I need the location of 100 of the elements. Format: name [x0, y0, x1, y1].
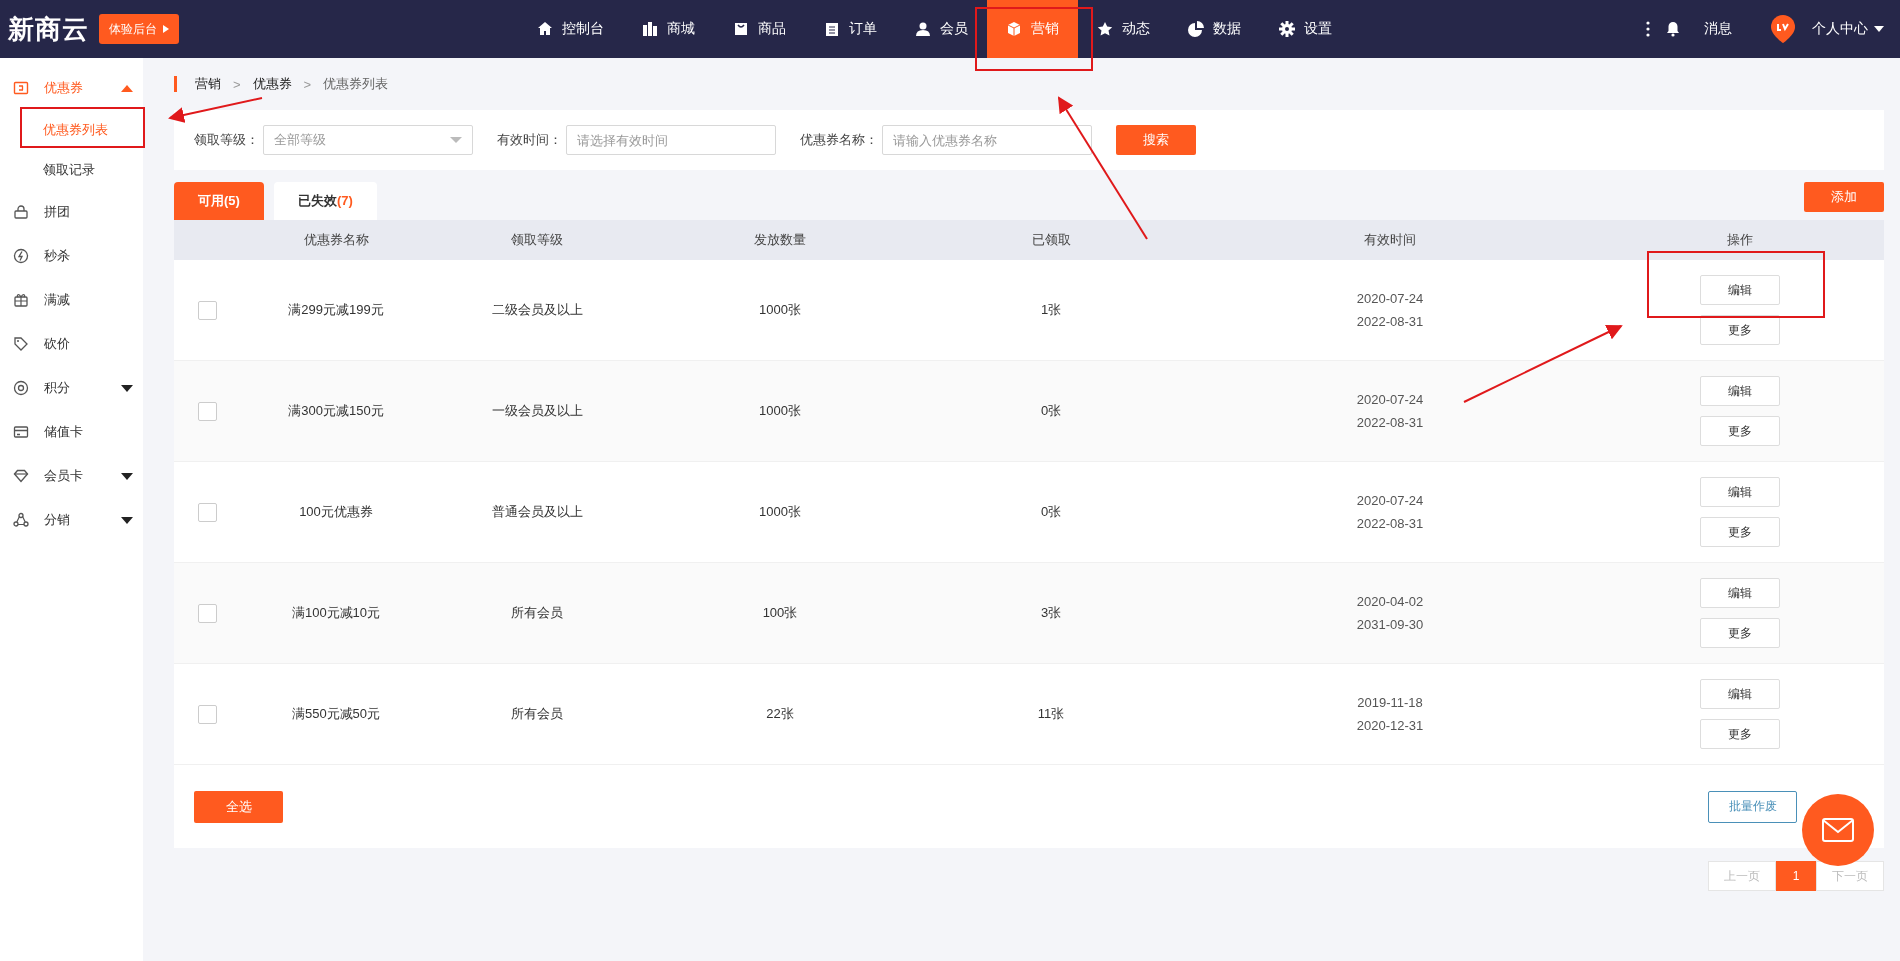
end-date: 2022-08-31: [1356, 314, 1424, 329]
card-icon: [13, 424, 29, 440]
column-header: 领取等级: [511, 231, 563, 249]
issued-quantity: 1000张: [759, 301, 801, 319]
row-checkbox[interactable]: [197, 603, 217, 623]
more-button[interactable]: 更多: [1700, 315, 1780, 345]
end-date: 2022-08-31: [1356, 516, 1424, 531]
claimed-count: 11张: [1037, 705, 1065, 723]
nav-tab[interactable]: 设置: [1260, 0, 1351, 58]
claimed-count: 1张: [1040, 301, 1062, 319]
sidebar-item[interactable]: 会员卡: [0, 454, 143, 498]
sidebar-item[interactable]: 拼团: [0, 190, 143, 234]
issued-quantity: 1000张: [759, 503, 801, 521]
caret-down-icon: [121, 516, 133, 524]
nav-tab[interactable]: 控制台: [518, 0, 623, 58]
avatar-icon[interactable]: [1770, 14, 1796, 44]
home-icon: [537, 21, 553, 37]
breadcrumb-separator: >: [303, 76, 312, 92]
star-icon: [1097, 21, 1113, 37]
breadcrumb-separator: >: [233, 76, 241, 92]
edit-button[interactable]: 编辑: [1700, 679, 1780, 709]
breadcrumb-item[interactable]: 优惠券列表: [323, 75, 389, 93]
batch-void-button[interactable]: 批量作废: [1708, 790, 1797, 823]
row-checkbox[interactable]: [197, 300, 217, 320]
edit-button[interactable]: 编辑: [1700, 477, 1780, 507]
more-button[interactable]: 更多: [1700, 719, 1780, 749]
claimed-count: 3张: [1040, 604, 1062, 622]
sidebar-item[interactable]: 秒杀: [0, 234, 143, 278]
cube-icon: [1006, 21, 1022, 37]
user-icon: [915, 21, 931, 37]
end-date: 2022-08-31: [1356, 415, 1424, 430]
coupon-name: 满300元减150元: [288, 402, 384, 420]
sidebar-item[interactable]: 砍价: [0, 322, 143, 366]
nav-tab[interactable]: 订单: [805, 0, 896, 58]
bag-icon: [733, 21, 749, 37]
clipboard-icon: [824, 21, 840, 37]
coupon-name: 满100元减10元: [291, 604, 381, 622]
gift-icon: [13, 292, 29, 308]
share-icon: [13, 512, 29, 528]
member-level: 一级会员及以上: [491, 402, 583, 420]
edit-button[interactable]: 编辑: [1700, 578, 1780, 608]
coupon-name: 满550元减50元: [291, 705, 381, 723]
caret-up-icon: [121, 84, 133, 92]
start-date: 2020-07-24: [1356, 291, 1424, 306]
sidebar-item[interactable]: 储值卡: [0, 410, 143, 454]
nav-tab[interactable]: 数据: [1169, 0, 1260, 58]
caret-icon: [1874, 26, 1884, 32]
breadcrumb-item[interactable]: 营销: [195, 75, 221, 93]
tab[interactable]: 已失效(7): [273, 182, 377, 220]
coin-icon: [13, 380, 29, 396]
basket-icon: [13, 204, 29, 220]
caret-down-icon: [450, 137, 462, 143]
start-date: 2020-07-24: [1356, 493, 1424, 508]
more-button[interactable]: 更多: [1700, 517, 1780, 547]
issued-quantity: 1000张: [759, 402, 801, 420]
start-date: 2020-07-24: [1356, 392, 1424, 407]
diamond-icon: [13, 468, 29, 484]
column-header: 发放数量: [754, 231, 806, 249]
edit-button[interactable]: 编辑: [1700, 275, 1780, 305]
lightning-icon: [13, 248, 29, 264]
start-date: 2019-11-18: [1357, 695, 1423, 710]
notification-bell-icon[interactable]: [1666, 21, 1680, 37]
logo: 新商云: [8, 12, 89, 46]
end-date: 2031-09-30: [1356, 617, 1424, 632]
row-checkbox[interactable]: [197, 704, 217, 724]
input-field[interactable]: 请输入优惠券名称: [882, 125, 1092, 155]
messages-link[interactable]: 消息: [1704, 20, 1732, 38]
sidebar-item[interactable]: 分销: [0, 498, 143, 542]
nav-tab[interactable]: 会员: [896, 0, 987, 58]
row-checkbox[interactable]: [197, 502, 217, 522]
filter-label: 优惠券名称：: [800, 131, 878, 149]
play-icon: [163, 25, 169, 33]
end-date: 2020-12-31: [1356, 718, 1424, 733]
nav-tab[interactable]: 商品: [714, 0, 805, 58]
caret-down-icon: [121, 384, 133, 392]
member-level: 二级会员及以上: [491, 301, 583, 319]
issued-quantity: 22张: [766, 705, 794, 723]
breadcrumb-item[interactable]: 优惠券: [252, 75, 292, 93]
more-icon[interactable]: [1646, 21, 1650, 37]
settings-icon: [1279, 21, 1295, 37]
input-field[interactable]: 请选择有效时间: [566, 125, 776, 155]
profile-menu[interactable]: 个人中心: [1812, 20, 1884, 38]
coupon-name: 100元优惠券: [299, 503, 373, 521]
building-icon: [642, 21, 658, 37]
more-button[interactable]: 更多: [1700, 618, 1780, 648]
nav-tab[interactable]: 商城: [623, 0, 714, 58]
coupon-name: 满299元减199元: [288, 301, 384, 319]
row-checkbox[interactable]: [197, 401, 217, 421]
claimed-count: 0张: [1040, 402, 1062, 420]
sidebar-item[interactable]: 积分: [0, 366, 143, 410]
sidebar-item[interactable]: 满减: [0, 278, 143, 322]
edit-button[interactable]: 编辑: [1700, 376, 1780, 406]
filter-label: 有效时间：: [497, 131, 562, 149]
filter-label: 领取等级：: [194, 131, 259, 149]
nav-tab[interactable]: 动态: [1078, 0, 1169, 58]
tag-icon: [13, 336, 29, 352]
ticket-icon: [13, 80, 29, 96]
more-button[interactable]: 更多: [1700, 416, 1780, 446]
member-level: 所有会员: [511, 604, 563, 622]
sidebar-subitem[interactable]: 领取记录: [0, 150, 143, 190]
